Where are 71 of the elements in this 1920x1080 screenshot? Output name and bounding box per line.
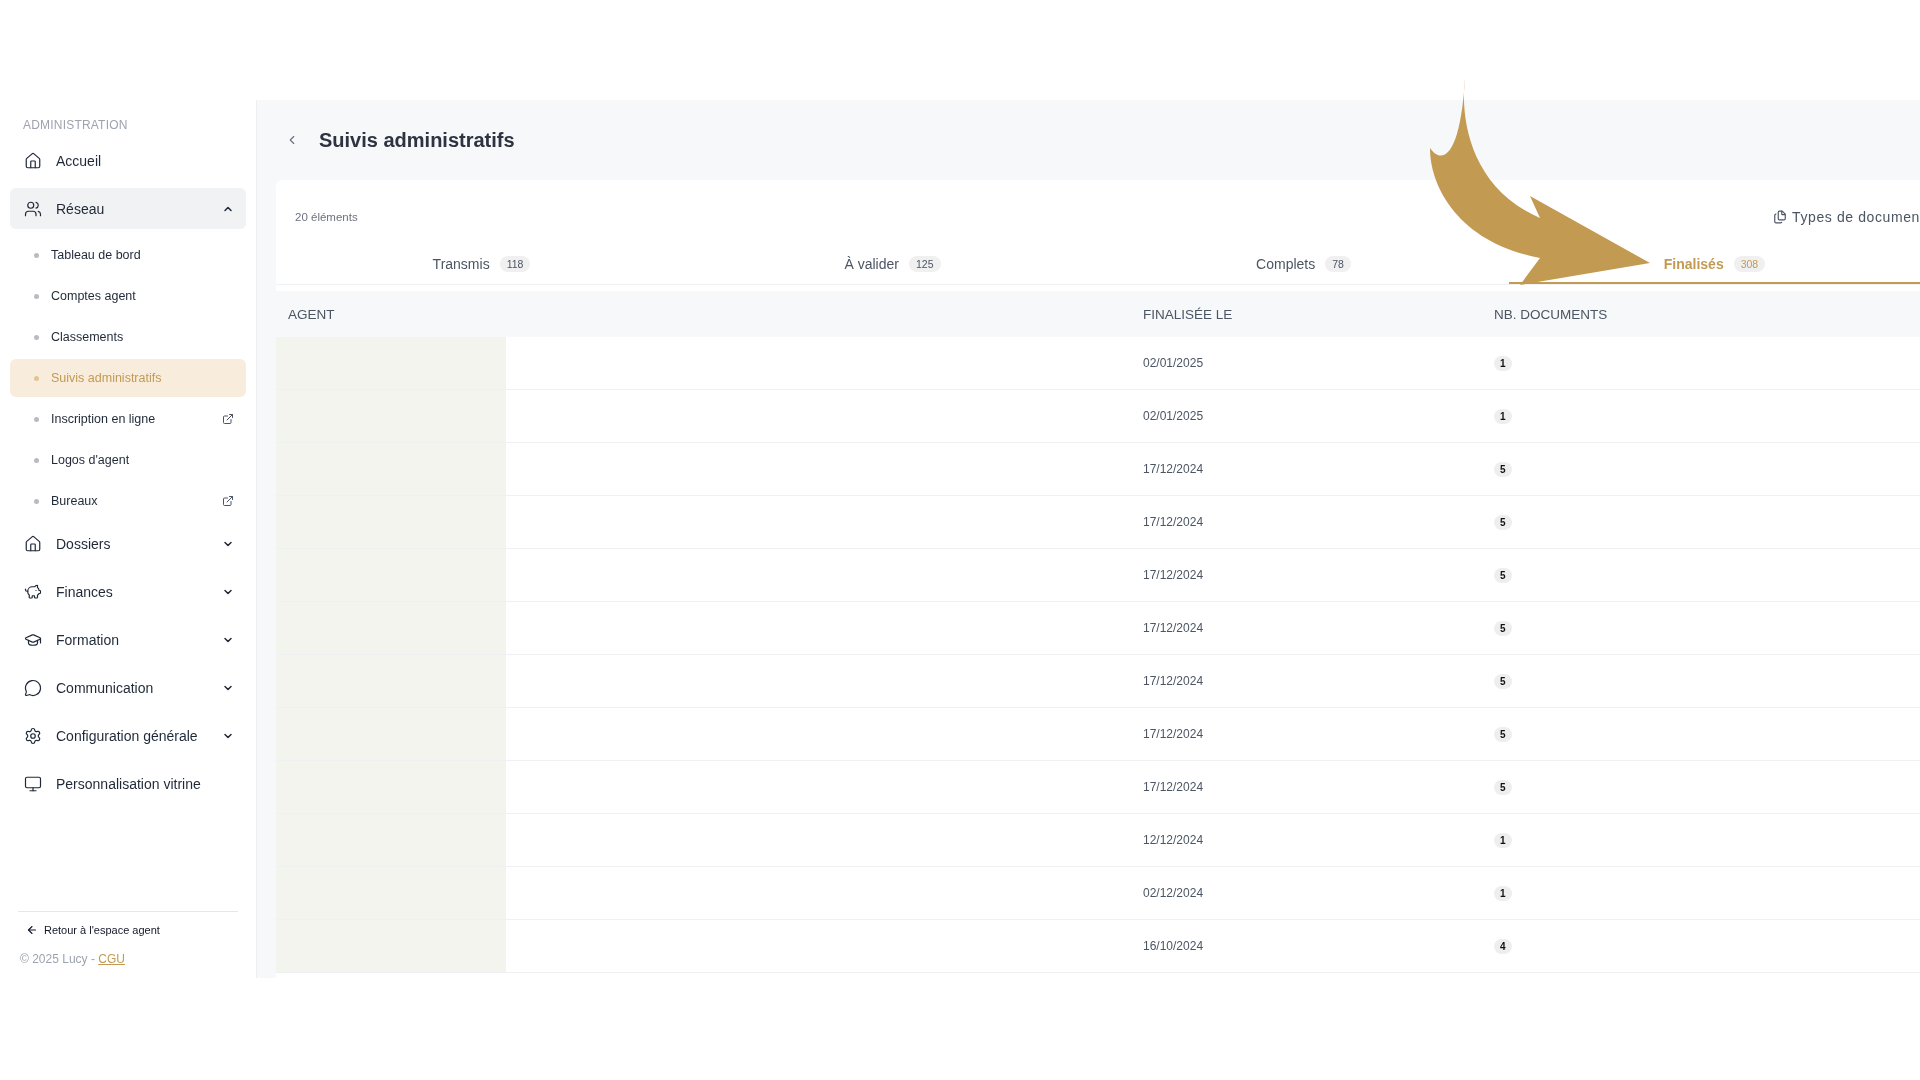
column-header: NB. DOCUMENTS — [1493, 306, 1609, 322]
document-count-badge: 1 — [1494, 833, 1512, 848]
section-label: ADMINISTRATION — [22, 118, 129, 132]
table-row[interactable]: 17/12/2024 5 — [276, 549, 1920, 602]
document-count-badge: 5 — [1494, 462, 1512, 477]
menu-item[interactable]: Finances — [10, 571, 246, 612]
document-count-badge: 5 — [1494, 727, 1512, 742]
date-cell-text: 17/12/2024 — [1142, 621, 1205, 635]
arrow-left-icon — [26, 924, 38, 936]
menu-icon — [24, 726, 42, 745]
tab[interactable]: Transmis 118 — [276, 246, 687, 284]
table-row[interactable]: 17/12/2024 5 — [276, 655, 1920, 708]
date-cell-text: 17/12/2024 — [1142, 780, 1205, 794]
submenu-item[interactable]: Inscription en ligne — [10, 400, 246, 438]
document-count-badge: 1 — [1494, 356, 1512, 371]
document-count-badge: 5 — [1494, 674, 1512, 689]
date-cell-text: 17/12/2024 — [1142, 568, 1205, 582]
submenu-item[interactable]: Logos d'agent — [10, 441, 246, 479]
document-count-badge: 5 — [1494, 780, 1512, 795]
date-cell-text: 16/10/2024 — [1142, 939, 1205, 953]
date-cell-text: 17/12/2024 — [1142, 674, 1205, 688]
menu-icon — [24, 582, 42, 601]
menu-item[interactable]: Dossiers — [10, 523, 246, 564]
menu-icon — [24, 534, 42, 553]
date-cell-text: 17/12/2024 — [1142, 462, 1205, 476]
tab[interactable]: À valider 125 — [687, 246, 1098, 284]
column-header: FINALISÉE LE — [1142, 306, 1234, 322]
table-row[interactable]: 12/12/2024 1 — [276, 814, 1920, 867]
item-count: 20 éléments — [295, 211, 358, 223]
date-cell-text: 12/12/2024 — [1142, 833, 1205, 847]
submenu-item[interactable]: Bureaux — [10, 482, 246, 520]
date-cell-text: 02/01/2025 — [1142, 356, 1205, 370]
menu-item[interactable]: Accueil — [10, 140, 246, 181]
table-row[interactable]: 17/12/2024 5 — [276, 708, 1920, 761]
document-count-badge: 5 — [1494, 515, 1512, 530]
submenu-item[interactable]: Tableau de bord — [10, 236, 246, 274]
tab[interactable]: Complets 78 — [1098, 246, 1509, 284]
table-row[interactable]: 17/12/2024 5 — [276, 761, 1920, 814]
documents-icon — [1773, 210, 1788, 224]
date-cell-text: 02/01/2025 — [1142, 409, 1205, 423]
menu-item[interactable]: Configuration générale — [10, 715, 246, 756]
date-cell-text: 02/12/2024 — [1142, 886, 1205, 900]
submenu-item[interactable]: Comptes agent — [10, 277, 246, 315]
menu-icon — [24, 151, 42, 170]
menu-item[interactable]: Formation — [10, 619, 246, 660]
column-header: AGENT — [287, 306, 336, 322]
date-cell-text: 17/12/2024 — [1142, 727, 1205, 741]
date-cell-text: 17/12/2024 — [1142, 515, 1205, 529]
copyright-text: © 2025 Lucy - — [20, 952, 96, 966]
table-row[interactable]: 02/01/2025 1 — [276, 390, 1920, 443]
page-title: Suivis administratifs — [319, 128, 515, 152]
table-row[interactable]: 17/12/2024 5 — [276, 443, 1920, 496]
menu-icon — [24, 199, 42, 218]
back-link[interactable]: Retour à l'espace agent — [10, 912, 176, 948]
submenu-item[interactable]: Classements — [10, 318, 246, 356]
menu-icon — [24, 774, 42, 793]
menu-item[interactable]: Personnalisation vitrine — [10, 763, 246, 804]
table-row[interactable]: 16/10/2024 4 — [276, 920, 1920, 973]
table-row[interactable]: 17/12/2024 5 — [276, 496, 1920, 549]
menu-icon — [24, 678, 42, 697]
document-count-badge: 1 — [1494, 886, 1512, 901]
document-count-badge: 1 — [1494, 409, 1512, 424]
table-row[interactable]: 17/12/2024 5 — [276, 602, 1920, 655]
table-row[interactable]: 02/12/2024 1 — [276, 867, 1920, 920]
document-types-button[interactable]: Types de documen — [1773, 209, 1920, 225]
menu-item[interactable]: Communication — [10, 667, 246, 708]
document-count-badge: 5 — [1494, 568, 1512, 583]
document-count-badge: 4 — [1494, 939, 1512, 954]
document-count-badge: 5 — [1494, 621, 1512, 636]
menu-item[interactable]: Réseau — [10, 188, 246, 229]
table-row[interactable]: 02/01/2025 1 — [276, 337, 1920, 390]
